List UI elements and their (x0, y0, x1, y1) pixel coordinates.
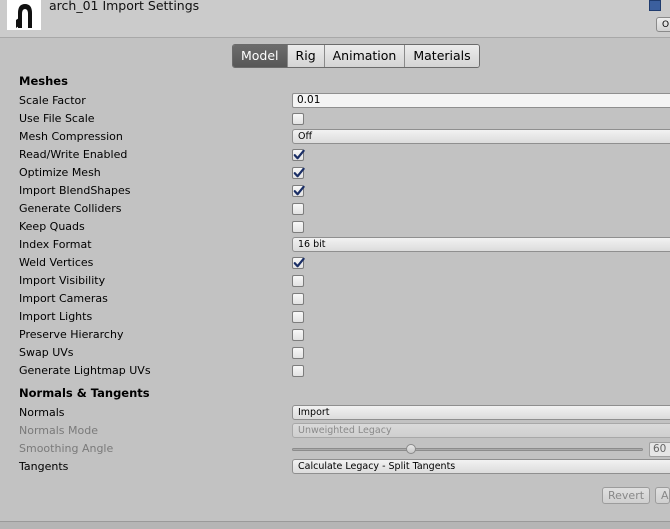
mesh-compression-dropdown[interactable]: Off (292, 129, 670, 144)
import-settings-panel: Model Rig Animation Materials Meshes Sca… (0, 38, 670, 529)
normals-mode-label: Normals Mode (19, 424, 98, 437)
checkmark-icon (293, 185, 305, 196)
use-file-scale-checkbox[interactable] (292, 113, 304, 125)
tab-animation[interactable]: Animation (323, 45, 405, 67)
optimize-mesh-label: Optimize Mesh (19, 166, 101, 179)
checkmark-icon (293, 149, 305, 160)
swap-uvs-checkbox[interactable] (292, 347, 304, 359)
import-lights-checkbox[interactable] (292, 311, 304, 323)
preserve-hierarchy-label: Preserve Hierarchy (19, 328, 124, 341)
read-write-enabled-label: Read/Write Enabled (19, 148, 128, 161)
normals-label: Normals (19, 406, 65, 419)
import-blendshapes-checkbox[interactable] (292, 185, 305, 197)
import-lights-label: Import Lights (19, 310, 93, 323)
model-preview-icon (16, 4, 32, 28)
checkmark-icon (293, 167, 305, 178)
checkmark-icon (293, 257, 305, 268)
smoothing-angle-input: 60 (649, 442, 670, 457)
use-file-scale-label: Use File Scale (19, 112, 95, 125)
smoothing-angle-slider-handle (405, 444, 416, 454)
smoothing-angle-slider (292, 444, 643, 454)
swap-uvs-label: Swap UVs (19, 346, 74, 359)
generate-lightmap-uvs-label: Generate Lightmap UVs (19, 364, 151, 377)
mesh-compression-label: Mesh Compression (19, 130, 123, 143)
optimize-mesh-checkbox[interactable] (292, 167, 305, 179)
tab-materials[interactable]: Materials (404, 45, 479, 67)
generate-colliders-label: Generate Colliders (19, 202, 122, 215)
open-button[interactable]: O (656, 17, 670, 32)
tab-rig[interactable]: Rig (286, 45, 324, 67)
normals-mode-dropdown: Unweighted Legacy (292, 423, 670, 438)
normals-dropdown[interactable]: Import (292, 405, 670, 420)
inspector-header: arch_01 Import Settings O (0, 0, 670, 38)
tangents-label: Tangents (19, 460, 69, 473)
scale-factor-label: Scale Factor (19, 94, 86, 107)
help-book-icon[interactable] (649, 0, 661, 11)
meshes-heading: Meshes (19, 74, 68, 88)
import-cameras-label: Import Cameras (19, 292, 108, 305)
import-visibility-checkbox[interactable] (292, 275, 304, 287)
generate-colliders-checkbox[interactable] (292, 203, 304, 215)
preserve-hierarchy-checkbox[interactable] (292, 329, 304, 341)
index-format-label: Index Format (19, 238, 92, 251)
tab-bar: Model Rig Animation Materials (232, 44, 480, 68)
keep-quads-label: Keep Quads (19, 220, 85, 233)
keep-quads-checkbox[interactable] (292, 221, 304, 233)
normals-tangents-heading: Normals & Tangents (19, 386, 150, 400)
weld-vertices-label: Weld Vertices (19, 256, 94, 269)
index-format-dropdown[interactable]: 16 bit (292, 237, 670, 252)
tangents-dropdown[interactable]: Calculate Legacy - Split Tangents (292, 459, 670, 474)
read-write-enabled-checkbox[interactable] (292, 149, 305, 161)
revert-button[interactable]: Revert (602, 487, 651, 504)
import-blendshapes-label: Import BlendShapes (19, 184, 131, 197)
import-cameras-checkbox[interactable] (292, 293, 304, 305)
smoothing-angle-label: Smoothing Angle (19, 442, 114, 455)
inspector-title: arch_01 Import Settings (49, 0, 200, 13)
tab-model[interactable]: Model (233, 45, 287, 67)
generate-lightmap-uvs-checkbox[interactable] (292, 365, 304, 377)
scale-factor-input[interactable]: 0.01 (292, 93, 670, 108)
asset-thumbnail (7, 0, 41, 30)
weld-vertices-checkbox[interactable] (292, 257, 305, 269)
apply-button[interactable]: Apply (655, 487, 670, 504)
import-visibility-label: Import Visibility (19, 274, 106, 287)
